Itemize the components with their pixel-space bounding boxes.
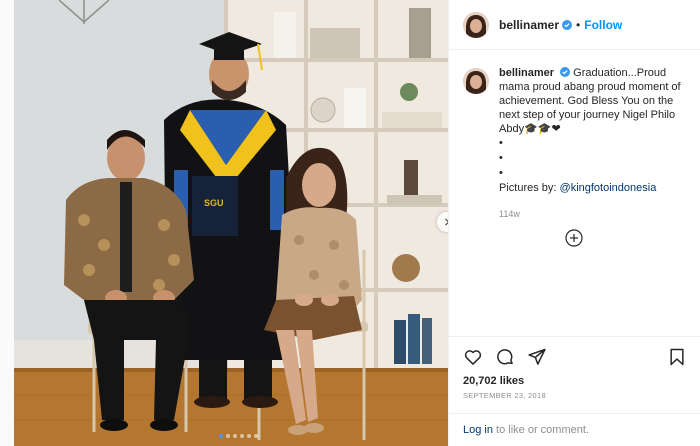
carousel-dot (254, 434, 258, 438)
avatar[interactable] (463, 68, 489, 94)
follow-button[interactable]: Follow (584, 18, 622, 32)
graduation-photo: SGU (14, 0, 448, 446)
post-actions: 20,702 likes SEPTEMBER 23, 2018 Log in t… (449, 336, 700, 446)
action-icons (449, 337, 700, 367)
comment-icon[interactable] (495, 347, 515, 367)
heart-icon[interactable] (463, 347, 483, 367)
credit-prefix: Pictures by: (499, 182, 560, 194)
diploma-text: SGU (204, 198, 224, 208)
caption-body: bellinamer Graduation...Proud mama proud… (499, 66, 686, 221)
caption-username-link[interactable]: bellinamer (499, 67, 554, 79)
photo-credit: Pictures by: @kingfotoindonesia (499, 181, 686, 195)
bookmark-icon[interactable] (667, 347, 687, 367)
post-date: SEPTEMBER 23, 2018 (463, 391, 546, 400)
username-link[interactable]: bellinamer (499, 18, 559, 32)
carousel-dot (233, 434, 237, 438)
carousel-dot (247, 434, 251, 438)
login-suffix: to like or comment. (492, 424, 589, 436)
verified-icon (560, 67, 571, 77)
time-ago: 114w (499, 209, 520, 219)
carousel-dot (219, 434, 223, 438)
carousel-dot (240, 434, 244, 438)
login-prompt: Log in to like or comment. (449, 413, 700, 446)
carousel-dots (219, 434, 258, 438)
left-margin (0, 0, 14, 446)
like-count[interactable]: 20,702 likes (449, 367, 700, 387)
caption-bullets: • • • (499, 136, 686, 181)
login-link[interactable]: Log in (463, 424, 493, 436)
verified-icon (562, 19, 573, 30)
post-header: bellinamer • Follow (449, 0, 700, 50)
share-icon[interactable] (527, 347, 547, 367)
caption-bullet: • (499, 137, 503, 149)
post-photo[interactable]: SGU (14, 0, 448, 446)
avatar[interactable] (463, 11, 489, 38)
caption-bullet: • (499, 152, 503, 164)
carousel-dot (226, 434, 230, 438)
caption: bellinamer Graduation...Proud mama proud… (449, 50, 700, 221)
credit-mention-link[interactable]: @kingfotoindonesia (560, 182, 657, 194)
post-sidebar: bellinamer • Follow bellinamer Graduatio… (448, 0, 700, 446)
separator: • (576, 17, 581, 32)
add-comment-icon[interactable] (565, 229, 583, 247)
caption-bullet: • (499, 167, 503, 179)
